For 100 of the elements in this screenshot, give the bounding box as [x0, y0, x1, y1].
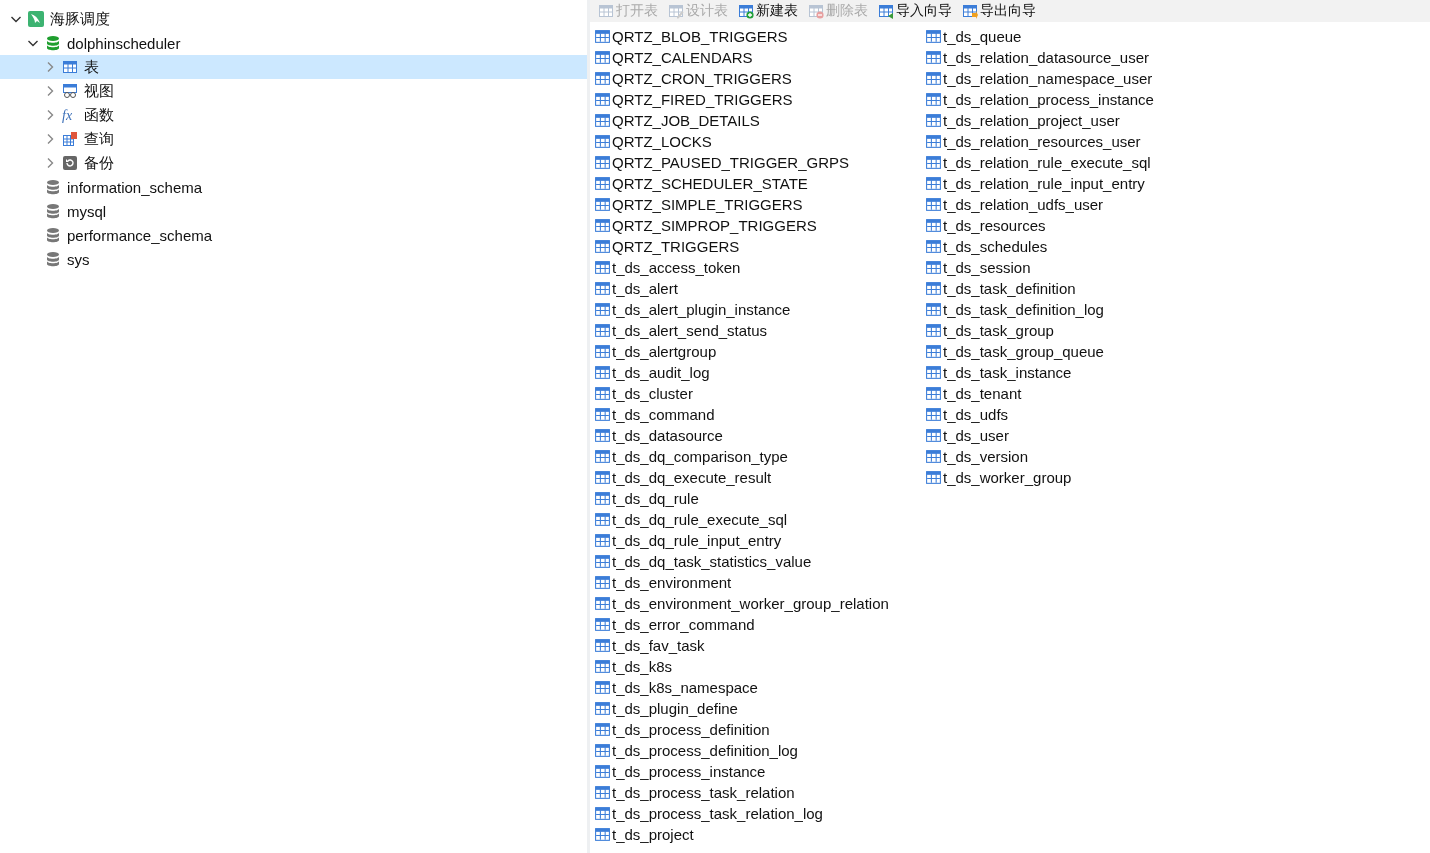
table-list-item[interactable]: t_ds_plugin_define [594, 698, 925, 719]
toolbar-button[interactable]: 导入向导 [876, 2, 954, 20]
table-list-item[interactable]: t_ds_relation_namespace_user [925, 68, 1256, 89]
table-list-item[interactable]: t_ds_process_task_relation [594, 782, 925, 803]
tree-item[interactable]: 查询 [0, 127, 587, 151]
table-list-item[interactable]: t_ds_dq_rule_execute_sql [594, 509, 925, 530]
table-list-item[interactable]: t_ds_alert [594, 278, 925, 299]
table-list-item[interactable]: t_ds_task_definition_log [925, 299, 1256, 320]
table-list-item[interactable]: t_ds_alert_plugin_instance [594, 299, 925, 320]
tree-label: 海豚调度 [50, 9, 110, 29]
table-icon [925, 70, 942, 87]
table-list-item[interactable]: t_ds_project [594, 824, 925, 845]
table-list-item[interactable]: t_ds_error_command [594, 614, 925, 635]
table-list-item[interactable]: t_ds_version [925, 446, 1256, 467]
table-list-item[interactable]: t_ds_relation_datasource_user [925, 47, 1256, 68]
backup-icon [62, 155, 78, 171]
table-list-item[interactable]: t_ds_process_definition [594, 719, 925, 740]
table-list-item[interactable]: QRTZ_FIRED_TRIGGERS [594, 89, 925, 110]
function-icon: fx [62, 107, 78, 123]
table-list-item[interactable]: QRTZ_TRIGGERS [594, 236, 925, 257]
table-list-item[interactable]: t_ds_queue [925, 26, 1256, 47]
table-list-item[interactable]: t_ds_task_group [925, 320, 1256, 341]
table-icon [594, 175, 611, 192]
table-list-item[interactable]: t_ds_user [925, 425, 1256, 446]
table-icon [925, 406, 942, 423]
tree-label: performance_schema [67, 226, 213, 244]
table-list-item[interactable]: t_ds_dq_rule_input_entry [594, 530, 925, 551]
table-icon [594, 343, 611, 360]
table-icon [925, 175, 942, 192]
table-list-item[interactable]: t_ds_command [594, 404, 925, 425]
tree-item[interactable]: performance_schema [0, 223, 587, 247]
table-list-item[interactable]: t_ds_task_instance [925, 362, 1256, 383]
table-list-item[interactable]: QRTZ_PAUSED_TRIGGER_GRPS [594, 152, 925, 173]
table-list-item[interactable]: t_ds_worker_group [925, 467, 1256, 488]
tree-item[interactable]: fx 函数 [0, 103, 587, 127]
toolbar-button[interactable]: 导出向导 [960, 2, 1038, 20]
table-list-item[interactable]: t_ds_relation_resources_user [925, 131, 1256, 152]
table-list-item[interactable]: QRTZ_LOCKS [594, 131, 925, 152]
table-list-item[interactable]: t_ds_relation_udfs_user [925, 194, 1256, 215]
table-icon [594, 70, 611, 87]
table-icon [925, 28, 942, 45]
table-icon [594, 826, 611, 843]
table-list-item[interactable]: t_ds_fav_task [594, 635, 925, 656]
table-icon [594, 238, 611, 255]
table-list-item[interactable]: t_ds_access_token [594, 257, 925, 278]
tree-item[interactable]: 海豚调度 [0, 7, 587, 31]
table-list-item[interactable]: t_ds_environment_worker_group_relation [594, 593, 925, 614]
tree-item[interactable]: information_schema [0, 175, 587, 199]
table-list-item[interactable]: t_ds_k8s [594, 656, 925, 677]
table-icon [925, 322, 942, 339]
tree-item[interactable]: sys [0, 247, 587, 271]
table-icon [594, 385, 611, 402]
table-icon [925, 154, 942, 171]
open-table-icon [598, 3, 614, 19]
query-icon [62, 131, 78, 147]
table-list-item[interactable]: t_ds_environment [594, 572, 925, 593]
toolbar-button[interactable]: 新建表 [736, 2, 800, 20]
table-list-item[interactable]: t_ds_alert_send_status [594, 320, 925, 341]
table-list-item[interactable]: QRTZ_SIMPLE_TRIGGERS [594, 194, 925, 215]
table-list-item[interactable]: t_ds_dq_comparison_type [594, 446, 925, 467]
table-icon [925, 91, 942, 108]
table-list-item[interactable]: t_ds_dq_execute_result [594, 467, 925, 488]
table-list-item[interactable]: QRTZ_SCHEDULER_STATE [594, 173, 925, 194]
table-list-item[interactable]: t_ds_relation_process_instance [925, 89, 1256, 110]
table-list-item[interactable]: t_ds_cluster [594, 383, 925, 404]
table-icon [594, 532, 611, 549]
table-list-item[interactable]: QRTZ_CALENDARS [594, 47, 925, 68]
table-list-item[interactable]: t_ds_process_task_relation_log [594, 803, 925, 824]
table-list-item[interactable]: t_ds_udfs [925, 404, 1256, 425]
table-icon [594, 364, 611, 381]
table-list-item[interactable]: t_ds_dq_task_statistics_value [594, 551, 925, 572]
table-list-item[interactable]: t_ds_dq_rule [594, 488, 925, 509]
table-list-item[interactable]: t_ds_tenant [925, 383, 1256, 404]
table-list-item[interactable]: t_ds_process_definition_log [594, 740, 925, 761]
table-list-item[interactable]: t_ds_k8s_namespace [594, 677, 925, 698]
table-list-item[interactable]: t_ds_session [925, 257, 1256, 278]
table-list-item[interactable]: QRTZ_BLOB_TRIGGERS [594, 26, 925, 47]
table-list-item[interactable]: t_ds_relation_rule_input_entry [925, 173, 1256, 194]
table-list-item[interactable]: QRTZ_CRON_TRIGGERS [594, 68, 925, 89]
table-list-item[interactable]: t_ds_resources [925, 215, 1256, 236]
table-list-item[interactable]: t_ds_task_definition [925, 278, 1256, 299]
table-list-item[interactable]: t_ds_schedules [925, 236, 1256, 257]
table-list-item[interactable]: t_ds_relation_rule_execute_sql [925, 152, 1256, 173]
tree-item[interactable]: 表 [0, 55, 587, 79]
table-icon [594, 700, 611, 717]
table-list-item[interactable]: QRTZ_JOB_DETAILS [594, 110, 925, 131]
import-table-icon [878, 3, 894, 19]
table-list-item[interactable]: QRTZ_SIMPROP_TRIGGERS [594, 215, 925, 236]
tree-item[interactable]: dolphinscheduler [0, 31, 587, 55]
table-list-item[interactable]: t_ds_task_group_queue [925, 341, 1256, 362]
tree-item[interactable]: mysql [0, 199, 587, 223]
table-list-item[interactable]: t_ds_relation_project_user [925, 110, 1256, 131]
table-list-item[interactable]: t_ds_alertgroup [594, 341, 925, 362]
table-list-item[interactable]: t_ds_process_instance [594, 761, 925, 782]
table-list-item[interactable]: t_ds_datasource [594, 425, 925, 446]
table-list-item[interactable]: t_ds_audit_log [594, 362, 925, 383]
table-icon [925, 469, 942, 486]
table-icon [594, 406, 611, 423]
tree-item[interactable]: 备份 [0, 151, 587, 175]
tree-item[interactable]: 视图 [0, 79, 587, 103]
